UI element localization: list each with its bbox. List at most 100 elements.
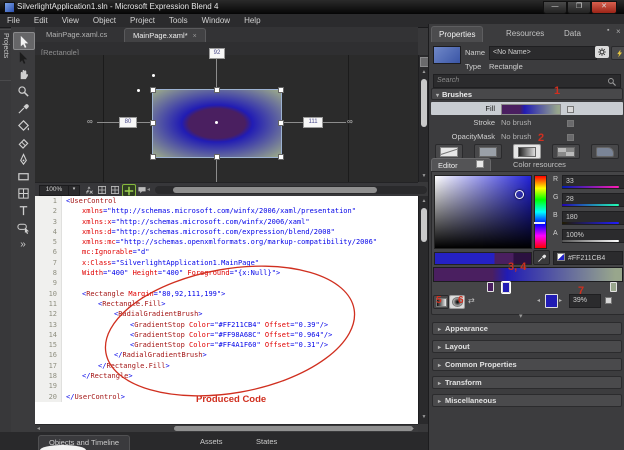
code-line[interactable]: 4 xmlns:d="http://schemas.microsoft.com/e… <box>35 226 418 238</box>
no-brush-button[interactable] <box>435 144 463 159</box>
margin-badge-left[interactable]: 80 <box>119 117 137 128</box>
resize-handle-sw[interactable] <box>150 154 156 160</box>
saturation-value-picker[interactable] <box>434 175 532 249</box>
stop-offset-field[interactable]: 39% <box>569 294 601 308</box>
code-line[interactable]: 13 <GradientStop Color="#FF211CB4" Offset… <box>35 319 418 330</box>
rectangle-tool[interactable] <box>13 168 33 184</box>
menu-item-window[interactable]: Window <box>195 14 237 27</box>
tab-assets[interactable]: Assets <box>190 435 233 450</box>
pin-icon[interactable]: ▪ <box>607 27 609 34</box>
gradient-stop-bar[interactable] <box>433 267 623 282</box>
eyedropper-tool[interactable] <box>13 100 33 116</box>
eyedropper-button[interactable] <box>533 250 550 265</box>
gradient-stop-marker[interactable] <box>487 282 495 292</box>
code-line[interactable]: 19 <box>35 381 418 392</box>
code-line[interactable]: 5 xmlns:mc="http://schemas.openxmlformats… <box>35 237 418 248</box>
scrollbar-thumb[interactable] <box>421 79 427 127</box>
hue-strip[interactable] <box>534 175 547 249</box>
resize-handle-w[interactable] <box>150 120 156 126</box>
button-tool[interactable] <box>13 219 33 235</box>
fill-gradient-swatch[interactable] <box>501 104 561 115</box>
resize-handle-n[interactable] <box>214 87 220 93</box>
alpha-slider[interactable] <box>562 240 619 242</box>
hue-marker[interactable] <box>534 222 545 224</box>
scrollbar-thumb[interactable] <box>174 426 413 431</box>
code-line[interactable]: 3 xmlns:x="http://schemas.microsoft.com/w… <box>35 216 418 227</box>
panel-close-icon[interactable]: × <box>616 27 621 36</box>
blue-slider[interactable] <box>562 222 619 224</box>
scrollbar-thumb[interactable] <box>173 187 377 193</box>
gradient-center-handle[interactable] <box>215 121 218 124</box>
paint-bucket-tool[interactable] <box>13 117 33 133</box>
menu-item-tools[interactable]: Tools <box>162 14 195 27</box>
code-line[interactable]: 12 <RadialGradientBrush> <box>35 309 418 320</box>
text-tool[interactable] <box>13 202 33 218</box>
brush-resource-button[interactable] <box>591 144 619 159</box>
code-line[interactable]: 17 </Rectangle.Fill> <box>35 360 418 372</box>
close-button[interactable]: ✕ <box>591 1 617 14</box>
opacitymask-brush-row[interactable]: OpacityMask No brush <box>431 130 623 143</box>
margin-badge-top[interactable]: 92 <box>209 48 225 59</box>
stroke-advanced-peg[interactable] <box>567 120 574 127</box>
gradient-stop-marker[interactable] <box>610 282 618 292</box>
radial-gradient-button[interactable] <box>449 295 465 309</box>
tab-color-resources[interactable]: Color resources <box>507 158 572 171</box>
gradient-adorner-dot-1[interactable] <box>152 74 155 77</box>
snap-to-grid-icon[interactable] <box>109 184 121 195</box>
fill-advanced-peg[interactable] <box>567 106 574 113</box>
solid-brush-button[interactable] <box>474 144 502 159</box>
color-format-icon[interactable] <box>557 253 565 261</box>
menu-item-edit[interactable]: Edit <box>27 14 55 27</box>
pen-tool[interactable] <box>13 151 33 167</box>
code-line[interactable]: 9 <box>35 278 418 289</box>
color-selector-ring[interactable] <box>515 190 524 199</box>
resize-handle-s[interactable] <box>214 154 220 160</box>
search-input[interactable]: Search <box>433 74 621 88</box>
menu-item-object[interactable]: Object <box>86 14 123 27</box>
resize-handle-e[interactable] <box>278 120 284 126</box>
red-slider[interactable] <box>562 186 619 188</box>
tab-close-icon[interactable]: × <box>193 33 197 40</box>
eraser-tool[interactable] <box>13 134 33 150</box>
code-line[interactable]: 2 xmlns="http://schemas.microsoft.com/win… <box>35 206 418 217</box>
gradient-adorner-dot-2[interactable] <box>137 89 140 92</box>
minimize-button[interactable]: — <box>543 1 567 14</box>
tab-data[interactable]: Data <box>557 26 588 41</box>
margin-badge-right[interactable]: 111 <box>303 117 323 128</box>
brushes-section-header[interactable]: ▾ Brushes <box>431 88 623 100</box>
gradient-stop-marker[interactable] <box>501 281 512 294</box>
assets-more-tool[interactable]: » <box>13 236 33 252</box>
design-rectangle[interactable] <box>150 87 284 160</box>
reverse-stops-icon[interactable]: ⇄ <box>468 296 475 305</box>
tab-mainpage-xaml-cs[interactable]: MainPage.xaml.cs <box>38 28 115 42</box>
code-line[interactable]: 14 <GradientStop Color="#FF98A68C" Offset… <box>35 329 418 341</box>
properties-view-button[interactable] <box>595 46 609 58</box>
code-line[interactable]: 11 <Rectangle.Fill> <box>35 298 418 310</box>
tab-mainpage-xaml[interactable]: MainPage.xaml* × <box>124 28 206 43</box>
grid-tool[interactable] <box>13 185 33 201</box>
previous-stop-icon[interactable]: ◂ <box>537 297 540 304</box>
zoom-level-field[interactable]: 100% <box>39 185 69 196</box>
fill-brush-row[interactable]: Fill <box>431 102 623 115</box>
section-transform[interactable]: ▸ Transform <box>432 376 622 389</box>
direct-selection-tool[interactable] <box>13 49 33 65</box>
hscroll-left-icon[interactable]: ◂ <box>147 186 150 193</box>
code-line[interactable]: 18 </Rectangle> <box>35 371 418 382</box>
code-line[interactable]: 1 <UserControl <box>35 196 418 207</box>
tab-resources[interactable]: Resources <box>499 26 551 41</box>
section-miscellaneous[interactable]: ▸ Miscellaneous <box>432 394 622 407</box>
section-appearance[interactable]: ▸ Appearance <box>432 322 622 335</box>
code-line[interactable]: 15 <GradientStop Color="#FF4A1F60" Offset… <box>35 340 418 351</box>
maximize-button[interactable]: ❐ <box>567 1 591 14</box>
xaml-code-editor[interactable]: 1 <UserControl 2 xmlns="http://schemas.micr… <box>35 196 418 424</box>
resize-handle-se[interactable] <box>278 154 284 160</box>
tab-states[interactable]: States <box>246 435 287 450</box>
selected-stop-chip[interactable] <box>545 294 558 308</box>
effect-rendering-icon[interactable] <box>83 184 95 195</box>
menu-item-file[interactable]: File <box>0 14 27 27</box>
resize-handle-ne[interactable] <box>278 87 284 93</box>
linear-gradient-button[interactable] <box>433 295 449 309</box>
next-stop-icon[interactable]: ▸ <box>559 297 562 304</box>
tab-properties[interactable]: Properties <box>431 26 484 42</box>
zoom-tool[interactable] <box>13 83 33 99</box>
